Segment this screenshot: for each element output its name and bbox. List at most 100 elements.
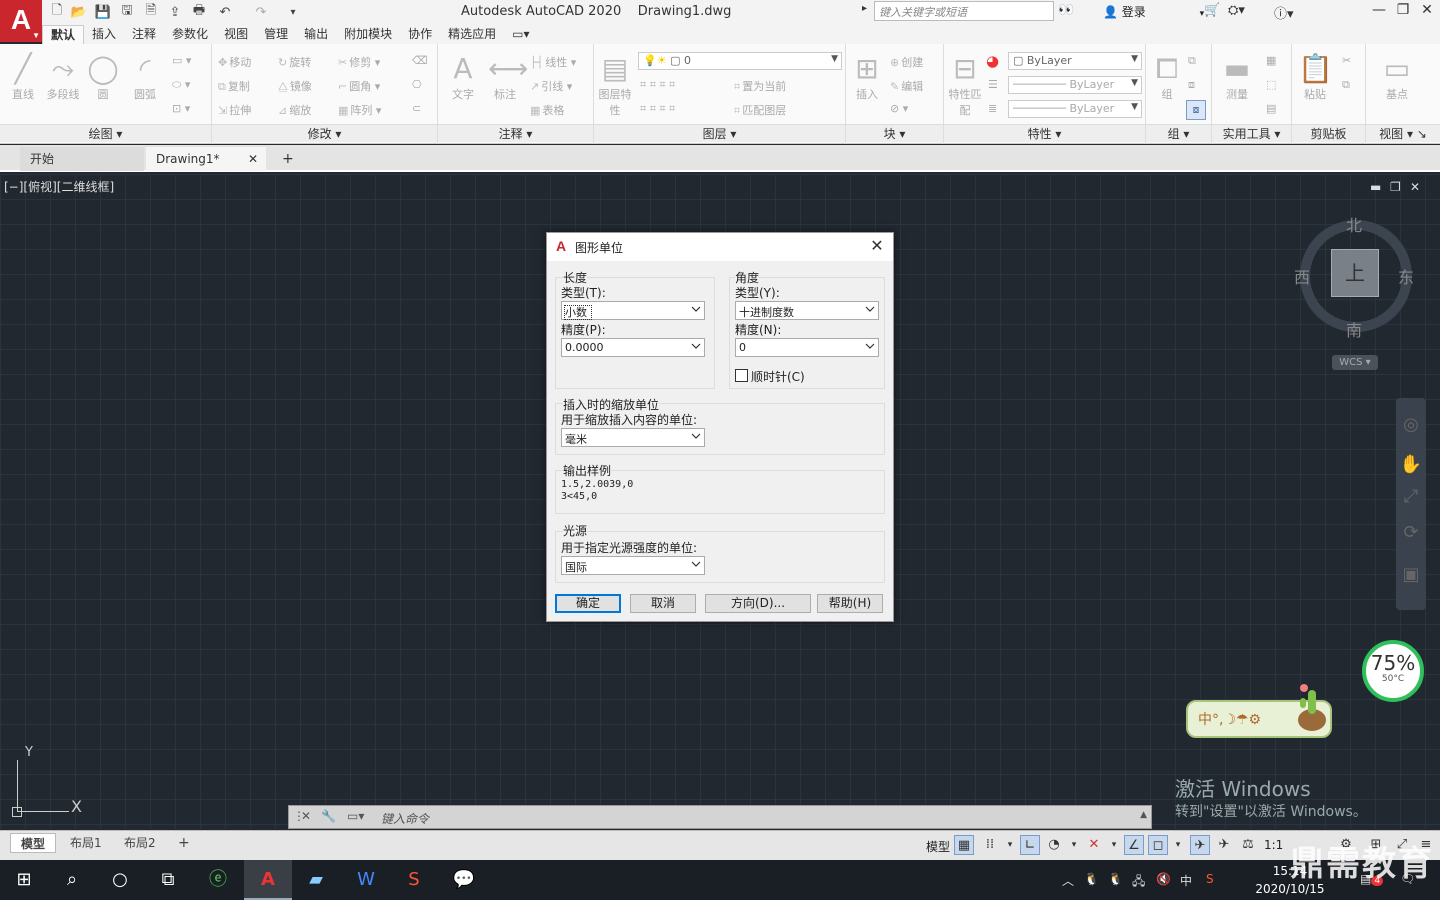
base-point-tool[interactable]: ▭ 基点 [1380, 52, 1414, 102]
layers-panel-title[interactable]: 图层 ▾ [594, 124, 845, 142]
polyline-tool[interactable]: ⤳ 多段线 [46, 52, 80, 102]
viewport-close-icon[interactable]: ✕ [1410, 180, 1420, 194]
view-panel-title[interactable]: 视图 ▾ ↘ [1366, 124, 1440, 142]
auto-scale-icon[interactable]: ✈ [1214, 835, 1234, 855]
rotate-tool[interactable]: ↻ 旋转 [278, 54, 311, 70]
drawing-tab[interactable]: Drawing1* ✕ [146, 147, 266, 171]
search-input[interactable]: 键入关键字或短语 [874, 1, 1054, 21]
layout2-tab[interactable]: 布局2 [114, 833, 166, 853]
group-edit-icon[interactable]: ⧈ [1188, 78, 1195, 92]
steering-wheel-icon[interactable]: ◎ [1396, 414, 1426, 435]
object-snap-dropdown-icon[interactable]: ▾ [1168, 835, 1188, 855]
search-icon[interactable]: ⌕ [48, 860, 96, 900]
ribbon-more-icon[interactable]: ▭▾ [504, 25, 537, 44]
angle-precision-select[interactable]: 0 [735, 338, 879, 357]
viewport-restore-icon[interactable]: ❐ [1390, 180, 1401, 194]
qq2-icon[interactable]: 🐧 [1108, 872, 1123, 886]
close-command-icon[interactable]: ✕ [301, 809, 311, 823]
isodraft-icon[interactable]: ✕ [1084, 835, 1104, 855]
layer-tools-row1[interactable]: ⌗ ⌗ ⌗ ⌗ [640, 78, 675, 92]
tray-expand-icon[interactable]: ︿ [1062, 872, 1074, 889]
calculator-icon[interactable]: ▦ [1266, 54, 1276, 67]
circle-tool[interactable]: ◯ 圆 [86, 52, 120, 102]
arc-tool[interactable]: ◜ 圆弧 [128, 52, 162, 102]
customize-wrench-icon[interactable]: 🔧 [321, 809, 336, 823]
cortana-icon[interactable]: ○ [96, 860, 144, 900]
snap-dropdown-icon[interactable]: ▾ [1000, 835, 1020, 855]
explode-icon[interactable]: ⎔ [412, 78, 422, 91]
system-monitor-widget[interactable]: 75% 50°C [1362, 640, 1424, 702]
ribbon-tab-6[interactable]: 输出 [296, 25, 336, 44]
command-input[interactable]: 键入命令 [381, 810, 429, 827]
insertion-scale-select[interactable]: 毫米 [561, 428, 705, 447]
compass-west[interactable]: 西 [1294, 264, 1310, 288]
measure-tool[interactable]: ▬ 测量 [1220, 52, 1254, 102]
close-icon[interactable]: ✕ [1416, 2, 1438, 22]
qq-icon[interactable]: 🐧 [1084, 872, 1099, 886]
hatch-icon[interactable]: ⬭ ▾ [172, 78, 190, 92]
add-layout-icon[interactable]: + [168, 833, 200, 853]
grid-icon[interactable]: ▦ [954, 835, 974, 855]
object-snap-icon[interactable]: ◻ [1148, 835, 1168, 855]
cut-icon[interactable]: ✂ [1342, 54, 1351, 67]
new-tab-icon[interactable]: + [272, 147, 304, 171]
groups-panel-title[interactable]: 组 ▾ [1146, 124, 1211, 142]
lineweight-icon[interactable]: ≣ [988, 102, 997, 115]
ribbon-tab-4[interactable]: 视图 [216, 25, 256, 44]
cart-icon[interactable]: 🛒 [1204, 3, 1220, 18]
a360-icon[interactable]: ⛭▾ [1228, 3, 1245, 18]
browser-icon[interactable]: ⓔ [194, 860, 242, 900]
annotation-panel-title[interactable]: 注释 ▾ [438, 124, 593, 142]
notes-app-icon[interactable]: ▰ [292, 860, 340, 900]
properties-panel-title[interactable]: 特性 ▾ [944, 124, 1145, 142]
match-properties-tool[interactable]: ⊟ 特性匹配 [948, 52, 982, 118]
new-file-icon[interactable]: 🗋 [48, 3, 66, 21]
clockwise-label[interactable]: 顺时针(C) [751, 368, 805, 385]
compass-north[interactable]: 北 [1346, 212, 1362, 236]
start-tab[interactable]: 开始 [20, 147, 144, 171]
pan-hand-icon[interactable]: ✋ [1396, 454, 1426, 475]
mirror-tool[interactable]: ⧋ 镜像 [278, 78, 312, 94]
annotation-visibility-icon[interactable]: ✈ [1190, 835, 1210, 855]
ribbon-tab-2[interactable]: 注释 [124, 25, 164, 44]
region-icon[interactable]: ⊡ ▾ [172, 102, 190, 115]
orbit-icon[interactable]: ⟳ [1396, 522, 1426, 543]
zoom-extents-icon[interactable]: ⤢ [1396, 486, 1426, 507]
layer-dropdown[interactable]: 💡☀ ▢ 0 ▼ [638, 52, 842, 70]
close-tab-icon[interactable]: ✕ [248, 147, 258, 171]
edit-block-tool[interactable]: ✎ 编辑 [890, 78, 923, 94]
save-icon[interactable]: 💾 [94, 3, 112, 21]
color-dropdown[interactable]: ▢ ByLayer ▼ [1008, 52, 1142, 70]
viewcube-top-face[interactable]: 上 [1331, 249, 1379, 297]
layer-tools-row2[interactable]: ⌗ ⌗ ⌗ ⌗ [640, 102, 675, 116]
text-tool[interactable]: A 文字 [446, 52, 480, 102]
cancel-button[interactable]: 取消 [630, 594, 696, 613]
polar-dropdown-icon[interactable]: ▾ [1064, 835, 1084, 855]
create-block-tool[interactable]: ⊕ 创建 [890, 54, 923, 70]
ribbon-tab-9[interactable]: 精选应用 [440, 25, 504, 44]
open-folder-icon[interactable]: 📂 [70, 3, 88, 21]
block-attr-icon[interactable]: ⊘ ▾ [890, 102, 908, 115]
clipboard-panel-title[interactable]: 剪贴板 [1292, 124, 1365, 142]
ime-tray-icon[interactable]: S [1206, 872, 1214, 886]
array-tool[interactable]: ▦ 阵列 ▾ [338, 102, 381, 118]
ortho-icon[interactable]: ∟ [1020, 835, 1040, 855]
lineweight-dropdown[interactable]: ──────── ByLayer ▼ [1008, 100, 1142, 118]
ribbon-tab-8[interactable]: 协作 [400, 25, 440, 44]
table-tool[interactable]: ▦ 表格 [530, 102, 564, 118]
id-point-icon[interactable]: ▤ [1266, 102, 1276, 115]
stretch-tool[interactable]: ⇲ 拉伸 [218, 102, 251, 118]
direction-button[interactable]: 方向(D)... [705, 594, 811, 613]
recent-commands-icon[interactable]: ▭▾ [347, 809, 364, 823]
ok-button[interactable]: 确定 [555, 594, 621, 613]
block-panel-title[interactable]: 块 ▾ [846, 124, 943, 142]
application-menu-button[interactable]: A ▼ [0, 0, 42, 42]
search-expand-icon[interactable]: ▸ [862, 3, 867, 14]
layer-properties-tool[interactable]: ▤ 图层特性 [598, 52, 632, 118]
qat-customize-icon[interactable]: ▾ [284, 3, 302, 21]
undo-icon[interactable]: ↶ [216, 3, 234, 21]
match-layer-tool[interactable]: ⌗ 匹配图层 [734, 102, 786, 118]
share-icon[interactable]: ⇪ [166, 3, 184, 21]
ribbon-tab-3[interactable]: 参数化 [164, 25, 216, 44]
wechat-icon[interactable]: 💬 [440, 860, 488, 900]
